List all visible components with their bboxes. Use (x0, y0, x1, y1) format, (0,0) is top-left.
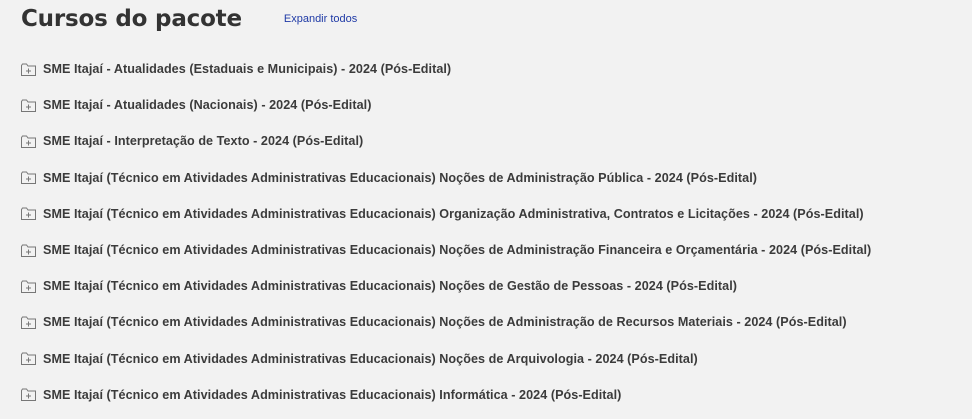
course-title: SME Itajaí - Interpretação de Texto - 20… (43, 134, 364, 149)
course-item[interactable]: SME Itajaí (Técnico em Atividades Admini… (21, 268, 871, 304)
folder-plus-icon[interactable] (21, 244, 36, 257)
course-title: SME Itajaí (Técnico em Atividades Admini… (43, 170, 757, 185)
course-item[interactable]: SME Itajaí (Técnico em Atividades Admini… (21, 341, 871, 377)
course-title: SME Itajaí - Atualidades (Estaduais e Mu… (43, 62, 452, 77)
course-title: SME Itajaí (Técnico em Atividades Admini… (43, 351, 698, 366)
course-item[interactable]: SME Itajaí - Atualidades (Nacionais) - 2… (21, 87, 871, 123)
course-list: SME Itajaí - Atualidades (Estaduais e Mu… (21, 51, 871, 413)
folder-plus-icon[interactable] (21, 280, 36, 293)
folder-plus-icon[interactable] (21, 352, 36, 366)
folder-plus-icon[interactable] (21, 207, 36, 221)
course-title: SME Itajaí (Técnico em Atividades Admini… (43, 387, 622, 402)
course-item[interactable]: SME Itajaí (Técnico em Atividades Admini… (21, 160, 871, 196)
page-title: Cursos do pacote (21, 6, 242, 32)
course-item[interactable]: SME Itajaí (Técnico em Atividades Admini… (21, 232, 871, 268)
folder-plus-icon[interactable] (21, 388, 36, 402)
course-item[interactable]: SME Itajaí (Técnico em Atividades Admini… (21, 304, 871, 340)
folder-plus-icon[interactable] (21, 99, 36, 112)
folder-plus-icon[interactable] (21, 171, 36, 185)
course-title: SME Itajaí (Técnico em Atividades Admini… (43, 279, 737, 294)
course-item[interactable]: SME Itajaí - Interpretação de Texto - 20… (21, 123, 871, 159)
course-title: SME Itajaí (Técnico em Atividades Admini… (43, 315, 847, 330)
folder-plus-icon[interactable] (21, 316, 36, 329)
folder-plus-icon[interactable] (21, 63, 36, 76)
expand-all-link[interactable]: Expandir todos (284, 13, 357, 25)
package-courses-header: Cursos do pacote Expandir todos (21, 6, 357, 32)
course-item[interactable]: SME Itajaí (Técnico em Atividades Admini… (21, 196, 871, 232)
folder-plus-icon[interactable] (21, 135, 36, 148)
course-title: SME Itajaí (Técnico em Atividades Admini… (43, 243, 872, 258)
course-item[interactable]: SME Itajaí (Técnico em Atividades Admini… (21, 377, 871, 413)
course-item[interactable]: SME Itajaí - Atualidades (Estaduais e Mu… (21, 51, 871, 87)
course-title: SME Itajaí - Atualidades (Nacionais) - 2… (43, 98, 372, 113)
course-title: SME Itajaí (Técnico em Atividades Admini… (43, 206, 864, 221)
